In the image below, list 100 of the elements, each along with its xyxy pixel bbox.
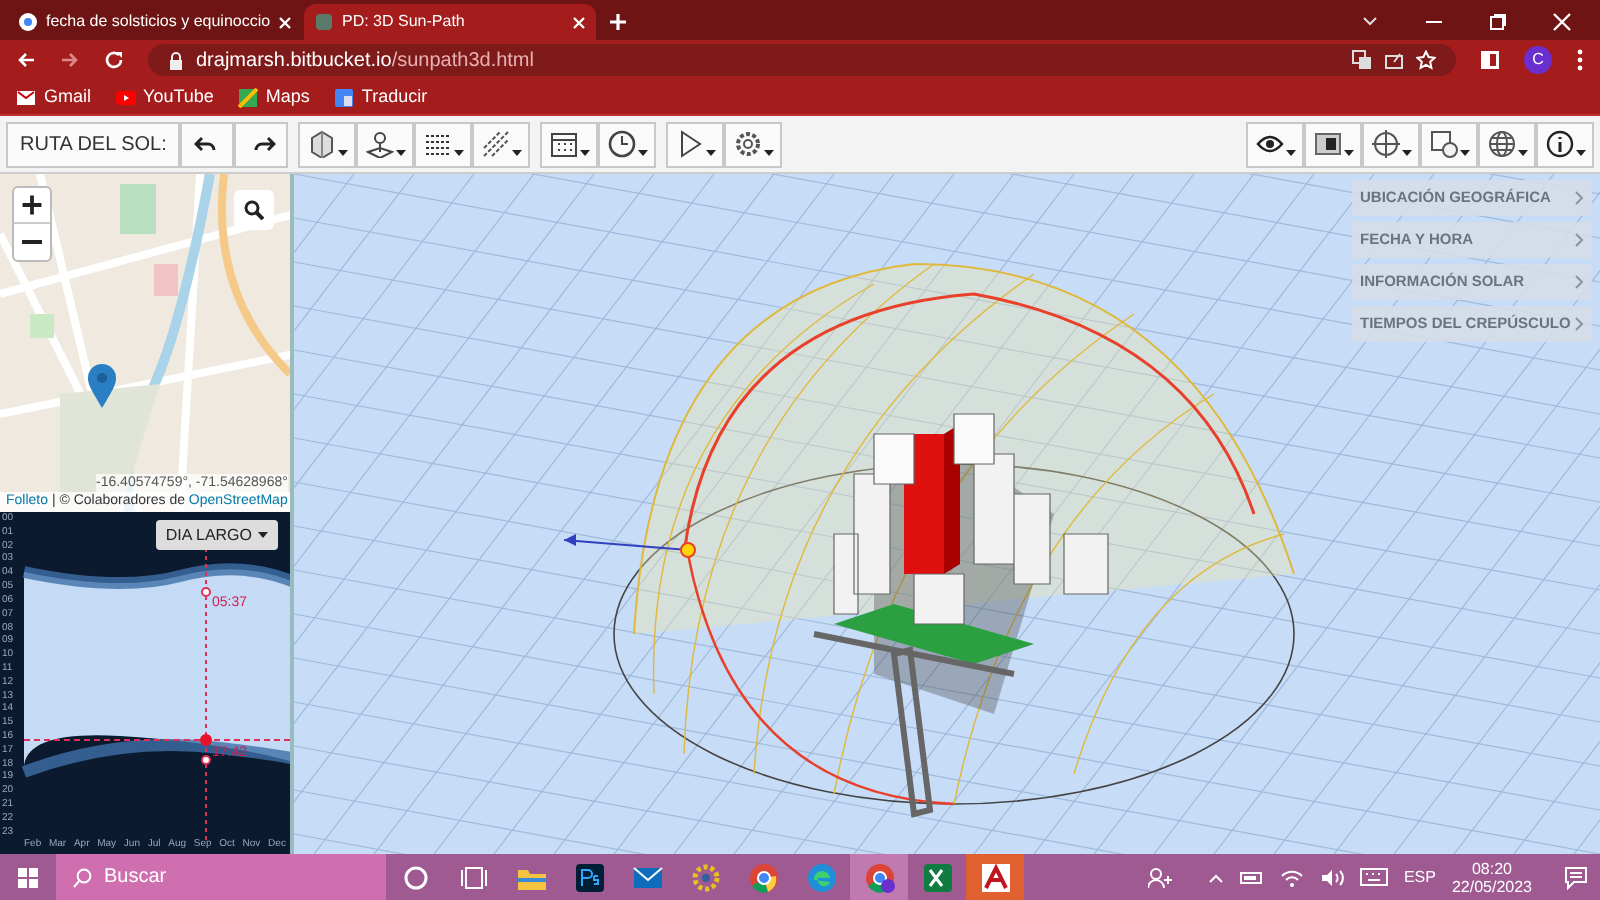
close-icon[interactable] — [278, 15, 293, 29]
menu-icon[interactable] — [1576, 48, 1584, 72]
share-icon[interactable] — [1384, 50, 1404, 70]
clock-date[interactable]: 22/05/2023 — [1451, 877, 1532, 895]
map-pin-icon — [365, 130, 394, 158]
search-icon — [244, 200, 264, 220]
new-tab-icon[interactable] — [608, 12, 628, 32]
bookmark-link[interactable]: YouTube — [115, 83, 214, 111]
spreadsheet-icon[interactable] — [921, 861, 953, 893]
caret-icon — [395, 149, 406, 155]
mail-icon — [16, 87, 36, 107]
chevron-right-icon — [1574, 274, 1584, 290]
close-icon[interactable] — [572, 15, 586, 29]
cube-icon — [307, 130, 336, 158]
eye-icon — [1255, 130, 1283, 158]
toolbar-button[interactable] — [298, 121, 357, 167]
caret-icon — [705, 149, 716, 155]
toolbar-button[interactable] — [540, 121, 599, 167]
translate-icon — [333, 87, 354, 107]
caret-icon — [637, 149, 648, 155]
people-icon[interactable] — [1147, 865, 1172, 889]
search-field[interactable]: Buscar — [104, 854, 364, 900]
caret-icon — [1575, 149, 1585, 155]
grid-icon — [423, 130, 452, 158]
play-logo-icon — [115, 87, 136, 107]
address-bar[interactable]: drajmarsh.bitbucket.io/sunpath3d.html — [148, 44, 1456, 76]
toolbar-button[interactable] — [1246, 121, 1304, 167]
url-text: drajmarsh.bitbucket.io/sunpath3d.html — [196, 47, 534, 75]
keyboard-icon[interactable] — [1359, 868, 1388, 886]
star-icon[interactable] — [1416, 50, 1436, 70]
task-view-icon[interactable] — [457, 861, 489, 893]
caret-icon — [453, 149, 464, 155]
map-marker-icon — [88, 364, 116, 408]
lock-icon — [168, 51, 184, 69]
circle-icon[interactable] — [399, 861, 431, 893]
battery-icon[interactable] — [1239, 869, 1264, 885]
toolbar-button[interactable] — [414, 121, 473, 167]
browser-icon[interactable] — [747, 861, 779, 893]
search-button[interactable] — [234, 190, 274, 230]
chevron-right-icon — [1574, 232, 1584, 248]
gear-icon[interactable] — [689, 861, 721, 893]
globe-icon — [1487, 130, 1515, 158]
toolbar-button[interactable] — [234, 121, 289, 167]
caret-icon — [1343, 149, 1353, 155]
search-icon — [72, 867, 92, 887]
notifications-icon[interactable] — [1564, 865, 1588, 889]
speaker-icon[interactable] — [1319, 867, 1344, 887]
wifi-icon[interactable] — [1279, 867, 1304, 887]
back-icon[interactable] — [16, 50, 36, 70]
restore-icon[interactable] — [1488, 12, 1508, 32]
map-icon — [237, 87, 258, 107]
toolbar-button[interactable] — [1536, 121, 1594, 167]
side-panel-icon[interactable] — [1480, 50, 1500, 70]
bookmark-link[interactable]: Gmail — [16, 83, 92, 111]
caret-icon — [337, 149, 348, 155]
toolbar-button[interactable] — [180, 121, 235, 167]
toolbar-button[interactable] — [724, 121, 783, 167]
letter-a-icon[interactable] — [979, 861, 1011, 893]
app-icon[interactable] — [573, 861, 605, 893]
caret-icon — [1517, 149, 1527, 155]
browser-tab[interactable]: fecha de solsticios y equinoccio — [8, 4, 300, 40]
clock-icon — [607, 130, 636, 158]
forward-icon[interactable] — [60, 50, 80, 70]
mail-icon[interactable] — [631, 861, 663, 893]
close-icon[interactable] — [1552, 12, 1572, 32]
bookmark-link[interactable]: Maps — [237, 83, 310, 111]
toolbar-button[interactable] — [666, 121, 725, 167]
dropdown-button[interactable]: DIA LARGO — [155, 520, 278, 550]
toolbar-button[interactable] — [1362, 121, 1420, 167]
language-indicator[interactable]: ESP — [1403, 865, 1436, 889]
diagonal-lines-icon — [481, 130, 510, 158]
chevron-right-icon — [1574, 316, 1584, 332]
caret-icon — [1285, 149, 1295, 155]
caret-icon — [258, 532, 268, 538]
toolbar-button[interactable] — [598, 121, 657, 167]
tab-title: PD: 3D Sun-Path — [342, 10, 467, 34]
toolbar-button[interactable] — [1304, 121, 1362, 167]
split-view-icon — [1313, 130, 1341, 158]
clock-time[interactable]: 08:20 — [1471, 859, 1512, 877]
bookmark-link[interactable]: Traducir — [333, 83, 428, 111]
toolbar-title: RUTA DEL SOL: — [6, 121, 181, 167]
favicon-icon — [314, 12, 334, 32]
toolbar-button[interactable] — [1420, 121, 1478, 167]
profile-avatar[interactable]: C — [1524, 46, 1552, 74]
browser-icon[interactable] — [863, 861, 895, 893]
toolbar-button[interactable] — [472, 121, 531, 167]
favicon-icon — [18, 12, 38, 32]
caret-icon — [1459, 149, 1469, 155]
chevron-up-icon[interactable] — [1207, 871, 1224, 883]
translate-icon[interactable] — [1352, 50, 1372, 70]
caret-icon — [511, 149, 522, 155]
toolbar-button[interactable] — [356, 121, 415, 167]
caret-icon — [763, 149, 774, 155]
browser-tab[interactable]: PD: 3D Sun-Path — [304, 4, 596, 40]
calendar-icon — [549, 130, 578, 158]
search-box[interactable]: Buscar — [56, 854, 386, 900]
reload-icon[interactable] — [104, 50, 124, 70]
crosshair-icon — [1371, 130, 1399, 158]
calendar-clock-icon — [1429, 130, 1457, 158]
toolbar-button[interactable] — [1478, 121, 1536, 167]
